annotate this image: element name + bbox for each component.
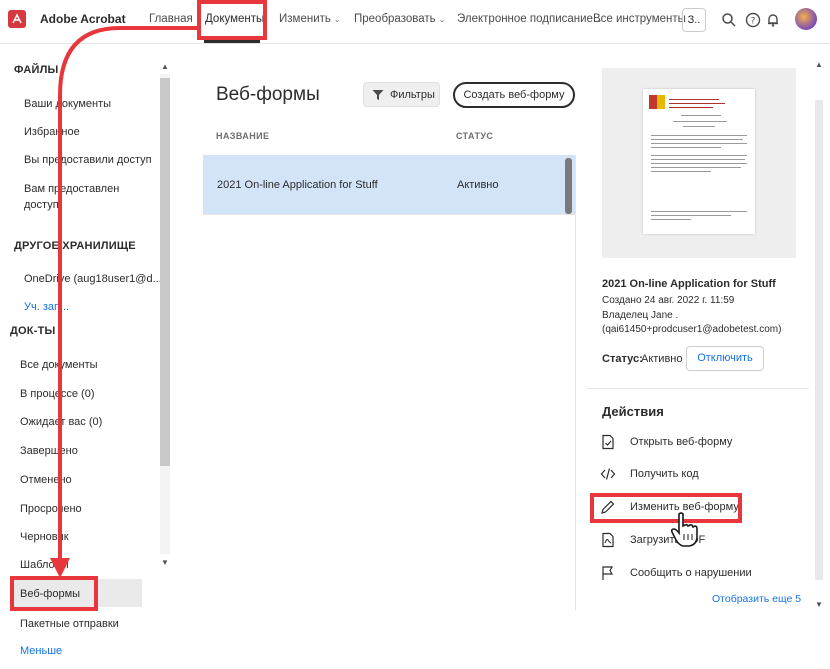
sidebar-item-templates[interactable]: Шаблоны: [20, 557, 69, 573]
scroll-up-arrow-icon[interactable]: ▲: [815, 60, 823, 69]
acrobat-logo-icon[interactable]: [8, 10, 26, 28]
scroll-down-arrow-icon[interactable]: ▼: [815, 600, 823, 609]
highlight-edit-web-form-box: [590, 493, 742, 523]
panel-divider: [575, 155, 576, 610]
sidebar-item-expired[interactable]: Просрочено: [20, 501, 82, 517]
page-title: Веб-формы: [216, 84, 320, 105]
flag-icon: [602, 566, 614, 580]
details-divider: [587, 388, 809, 389]
actions-heading: Действия: [602, 404, 664, 419]
sidebar-item-favorites[interactable]: Избранное: [24, 124, 80, 140]
top-navigation-bar: Adobe Acrobat Главная Документы Изменить…: [0, 0, 830, 44]
app-brand: Adobe Acrobat: [40, 12, 126, 26]
user-avatar[interactable]: [795, 8, 817, 30]
sidebar-section-other-storage: ДРУГОЕ ХРАНИЛИЩЕ: [14, 240, 136, 252]
selected-form-title: 2021 On-line Application for Stuff: [602, 278, 776, 290]
sidebar-item-shared-with-you[interactable]: Вам предоставлен доступ: [24, 181, 119, 213]
filters-button[interactable]: Фильтры: [363, 82, 440, 107]
sidebar-item-cancelled[interactable]: Отменено: [20, 472, 72, 488]
scrollbar-thumb[interactable]: [815, 100, 823, 580]
column-header-name[interactable]: НАЗВАНИЕ: [216, 131, 269, 141]
action-download-pdf[interactable]: Загрузить PDF: [600, 532, 800, 550]
disable-button[interactable]: Отключить: [686, 346, 764, 371]
row-divider: [203, 214, 575, 215]
sidebar-item-in-progress[interactable]: В процессе (0): [20, 386, 95, 402]
scrollbar-thumb[interactable]: [160, 78, 170, 466]
sidebar-item-completed[interactable]: Завершено: [20, 443, 78, 459]
highlight-web-forms-box: [10, 576, 98, 611]
active-tab-indicator: [204, 40, 260, 43]
chevron-down-icon: ⌄: [438, 15, 446, 24]
sidebar-less-link[interactable]: Меньше: [20, 645, 62, 657]
notifications-bell-icon[interactable]: [765, 12, 781, 28]
action-get-code[interactable]: Получить код: [600, 466, 800, 484]
highlight-documents-box: [197, 0, 267, 40]
sidebar-item-shared-by-you[interactable]: Вы предоставили доступ: [24, 152, 152, 168]
hand-pointer-cursor-icon: [670, 512, 698, 547]
row-status-cell: Активно: [457, 179, 499, 191]
sidebar-account-link[interactable]: Уч. зап...: [24, 301, 69, 313]
status-label: Статус:: [602, 353, 643, 365]
svg-text:?: ?: [751, 17, 756, 27]
help-icon[interactable]: ?: [745, 12, 761, 28]
status-value: Активно: [641, 353, 683, 365]
create-web-form-button[interactable]: Создать веб-форму: [453, 82, 575, 108]
filter-funnel-icon: [372, 90, 384, 100]
column-header-status[interactable]: СТАТУС: [456, 131, 493, 141]
university-seal-icon: [649, 95, 665, 109]
search-icon[interactable]: [721, 12, 737, 28]
pdf-download-icon: [602, 532, 614, 548]
sidebar-item-waiting-for-you[interactable]: Ожидает вас (0): [20, 414, 102, 430]
nav-all-tools[interactable]: Все инструменты: [593, 13, 686, 25]
list-scrollbar-thumb[interactable]: [565, 158, 572, 214]
show-more-link[interactable]: Отобразить еще 5: [712, 593, 801, 605]
sidebar-scrollbar[interactable]: ▲ ▼: [158, 62, 172, 570]
sidebar-item-batch-sends[interactable]: Пакетные отправки: [20, 616, 119, 632]
document-thumbnail: [643, 89, 755, 234]
nav-esign[interactable]: Электронное подписание ⌄: [457, 13, 603, 25]
action-report-abuse[interactable]: Сообщить о нарушении: [600, 565, 800, 583]
chevron-down-icon: ⌄: [333, 15, 341, 24]
action-open-web-form[interactable]: Открыть веб-форму: [600, 434, 800, 452]
nav-edit[interactable]: Изменить ⌄: [279, 13, 341, 25]
nav-home[interactable]: Главная: [149, 13, 193, 25]
tools-button[interactable]: З..: [682, 8, 706, 32]
sidebar-item-all-documents[interactable]: Все документы: [20, 357, 98, 373]
nav-convert[interactable]: Преобразовать ⌄: [354, 13, 445, 25]
created-date: Создано 24 авг. 2022 г. 11:59: [602, 295, 735, 306]
sidebar-item-draft[interactable]: Черновик: [20, 529, 69, 545]
row-name-cell: 2021 On-line Application for Stuff: [217, 179, 378, 191]
owner-email: (qai61450+prodcuser1@adobetest.com): [602, 324, 782, 335]
scroll-up-arrow-icon[interactable]: ▲: [161, 62, 169, 71]
sidebar-item-onedrive[interactable]: OneDrive (aug18user1@d...: [24, 271, 162, 287]
open-form-icon: [602, 434, 614, 450]
scroll-down-arrow-icon[interactable]: ▼: [161, 558, 169, 567]
owner-name: Владелец Jane .: [602, 310, 679, 321]
sidebar-section-documents: ДОК-ТЫ: [10, 325, 56, 337]
sidebar-item-your-documents[interactable]: Ваши документы: [24, 96, 111, 112]
sidebar-section-files: ФАЙЛЫ: [14, 64, 59, 76]
details-scrollbar[interactable]: ▲ ▼: [812, 60, 826, 612]
code-icon: [600, 468, 616, 480]
